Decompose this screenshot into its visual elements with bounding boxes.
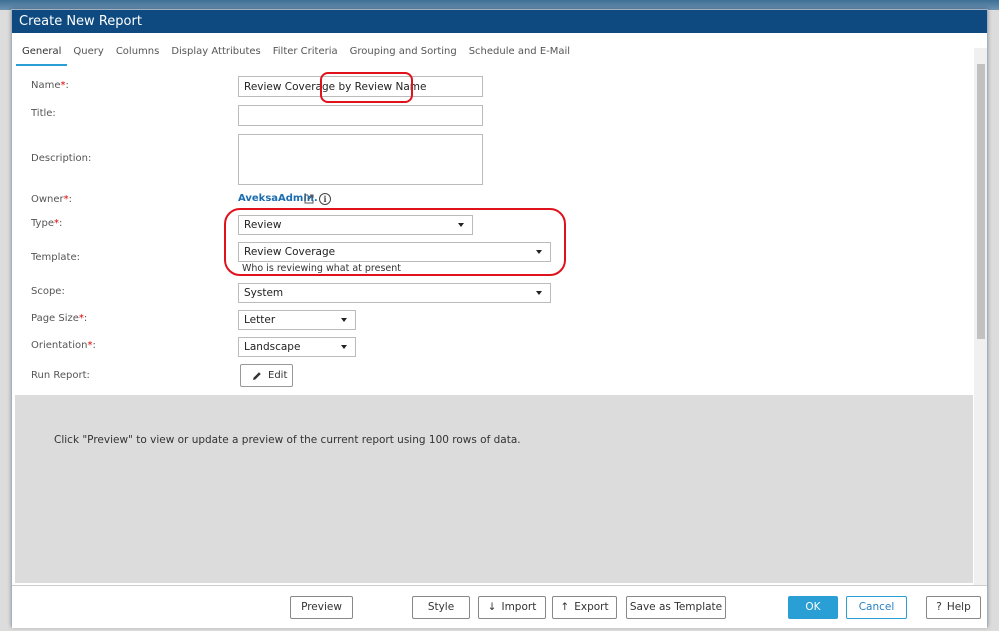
arrow-down-icon: ↓	[487, 601, 497, 613]
external-link-icon[interactable]	[304, 194, 314, 204]
style-button[interactable]: Style	[412, 596, 470, 619]
tab-display-attributes[interactable]: Display Attributes	[165, 42, 266, 66]
edit-button[interactable]: Edit	[240, 364, 293, 387]
chevron-down-icon	[536, 291, 542, 295]
template-select-value: Review Coverage	[244, 246, 336, 258]
edit-button-label: Edit	[268, 370, 288, 381]
page-size-select[interactable]: Letter	[238, 310, 356, 330]
page-size-select-value: Letter	[244, 314, 276, 326]
template-hint: Who is reviewing what at present	[242, 263, 402, 274]
vertical-scrollbar[interactable]	[974, 48, 987, 585]
owner-label: Owner*:	[31, 194, 73, 205]
pencil-icon	[253, 372, 261, 380]
type-select-value: Review	[244, 219, 282, 231]
preview-message: Click "Preview" to view or update a prev…	[54, 434, 521, 446]
tab-grouping-and-sorting[interactable]: Grouping and Sorting	[344, 42, 463, 66]
import-button[interactable]: ↓ Import	[478, 596, 546, 619]
tab-bar: General Query Columns Display Attributes…	[16, 42, 576, 66]
dialog-title: Create New Report	[12, 10, 987, 33]
scrollbar-thumb[interactable]	[977, 64, 985, 339]
preview-panel: Click "Preview" to view or update a prev…	[15, 395, 973, 583]
arrow-up-icon: ↑	[560, 601, 570, 613]
scope-select[interactable]: System	[238, 283, 551, 303]
tab-columns[interactable]: Columns	[110, 42, 166, 66]
type-select[interactable]: Review	[238, 215, 473, 235]
tab-query[interactable]: Query	[67, 42, 109, 66]
type-label: Type*:	[31, 218, 63, 229]
chevron-down-icon	[458, 223, 464, 227]
preview-button[interactable]: Preview	[290, 596, 353, 619]
description-label: Description:	[31, 153, 92, 164]
name-label: Name*:	[31, 80, 69, 91]
save-as-template-button[interactable]: Save as Template	[626, 596, 726, 619]
help-button[interactable]: ? Help	[926, 596, 981, 619]
chevron-down-icon	[341, 318, 347, 322]
scope-label: Scope:	[31, 286, 65, 297]
template-select[interactable]: Review Coverage	[238, 242, 551, 262]
scope-select-value: System	[244, 287, 284, 299]
orientation-select-value: Landscape	[244, 341, 301, 353]
tab-general[interactable]: General	[16, 42, 68, 66]
template-label: Template:	[31, 252, 80, 263]
ok-button[interactable]: OK	[788, 596, 838, 619]
tab-filter-criteria[interactable]: Filter Criteria	[267, 42, 344, 66]
chevron-down-icon	[341, 345, 347, 349]
run-report-label: Run Report:	[31, 370, 90, 381]
export-button[interactable]: ↑ Export	[552, 596, 617, 619]
chevron-down-icon	[536, 250, 542, 254]
help-icon: ?	[936, 601, 942, 613]
page-size-label: Page Size*:	[31, 313, 88, 324]
info-icon[interactable]: i	[319, 193, 331, 205]
cancel-button[interactable]: Cancel	[846, 596, 907, 619]
title-input[interactable]	[238, 105, 483, 126]
title-label: Title:	[31, 108, 56, 119]
tab-schedule-and-email[interactable]: Schedule and E-Mail	[463, 42, 576, 66]
create-report-dialog: Create New Report General Query Columns …	[11, 9, 988, 628]
dialog-footer: Preview Style ↓ Import ↑ Export Save as Te…	[12, 585, 987, 628]
orientation-label: Orientation*:	[31, 340, 96, 351]
orientation-select[interactable]: Landscape	[238, 337, 356, 357]
description-textarea[interactable]	[238, 134, 483, 185]
name-input[interactable]	[238, 76, 483, 97]
